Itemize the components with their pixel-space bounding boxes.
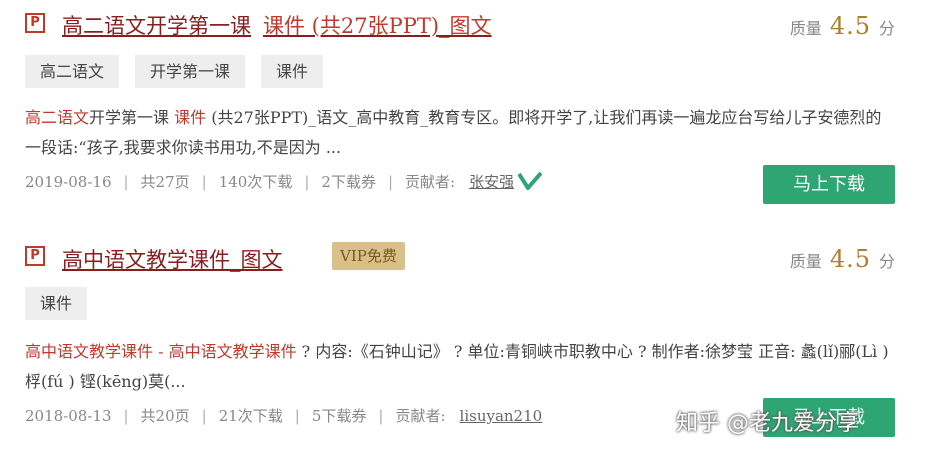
- coupon-count: 5下载券: [311, 407, 367, 425]
- quality-score: 4.5: [829, 12, 871, 40]
- upload-date: 2019-08-16: [25, 173, 112, 191]
- quality-score: 4.5: [829, 245, 871, 273]
- tag[interactable]: 课件: [25, 287, 88, 320]
- page-count: 共20页: [140, 407, 190, 425]
- quality-label: 质量: [789, 19, 822, 38]
- quality-rating: 质量 4.5 分: [790, 12, 895, 40]
- tag-list: 高二语文 开学第一课 课件: [25, 55, 339, 88]
- download-count: 140次下载: [218, 173, 293, 191]
- result-snippet: 高二语文开学第一课 课件 (共27张PPT)_语文_高中教育_教育专区。即将开学…: [25, 103, 895, 163]
- snippet-text: 开学第一课: [89, 108, 175, 127]
- tag-list: 课件: [25, 287, 103, 320]
- snippet-highlight: 课件: [174, 108, 207, 127]
- result-meta: 2018-08-13 | 共20页 | 21次下载 | 5下载券 | 贡献者: lisuyan21…: [25, 407, 543, 425]
- quality-label: 质量: [789, 252, 822, 271]
- title-text: 高中语文教学课件_图文: [62, 248, 283, 272]
- ppt-file-icon: P: [25, 246, 45, 266]
- title-text: 高二语文开学第一课: [62, 14, 251, 38]
- download-count: 21次下载: [218, 407, 283, 425]
- snippet-highlight: 高中语文教学课件 - 高中语文教学课件: [25, 342, 297, 361]
- result-title-link[interactable]: 高中语文教学课件_图文: [62, 244, 283, 274]
- ppt-file-icon: P: [25, 13, 45, 33]
- tag[interactable]: 课件: [261, 55, 324, 88]
- contributor-link[interactable]: lisuyan210: [460, 407, 543, 425]
- download-button[interactable]: 马上下载: [763, 165, 895, 204]
- verified-check-icon: [517, 171, 543, 194]
- contributor-link[interactable]: 张安强: [469, 173, 514, 191]
- coupon-count: 2下载券: [321, 173, 376, 191]
- result-meta: 2019-08-16 | 共27页 | 140次下载 | 2下载券 | 贡献者: 张安强: [25, 171, 543, 194]
- contributor-label: 贡献者:: [405, 173, 456, 191]
- upload-date: 2018-08-13: [25, 407, 112, 425]
- vip-free-badge: VIP免费: [332, 242, 405, 270]
- quality-unit: 分: [878, 252, 895, 271]
- result-snippet: 高中语文教学课件 - 高中语文教学课件 ? 内容:《石钟山记》 ? 单位:青铜峡…: [25, 337, 895, 397]
- result-title-link[interactable]: 高二语文开学第一课 课件 (共27张PPT)_图文: [62, 10, 492, 40]
- tag[interactable]: 开学第一课: [135, 55, 246, 88]
- page-count: 共27页: [140, 173, 190, 191]
- title-highlight: 课件 (共27张PPT)_图文: [263, 14, 492, 38]
- zhihu-watermark: 知乎 @老九爱分享: [676, 411, 859, 436]
- snippet-highlight: 高二语文: [25, 108, 90, 127]
- quality-unit: 分: [878, 19, 895, 38]
- contributor-label: 贡献者:: [395, 407, 446, 425]
- tag[interactable]: 高二语文: [25, 55, 120, 88]
- quality-rating: 质量 4.5 分: [790, 245, 895, 273]
